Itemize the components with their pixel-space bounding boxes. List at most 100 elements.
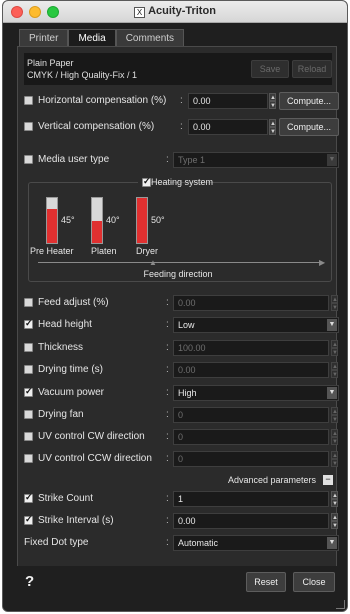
uv-ccw-checkbox[interactable] bbox=[24, 454, 33, 463]
media-user-type-label: Media user type bbox=[38, 154, 110, 165]
uv-cw-checkbox[interactable] bbox=[24, 432, 33, 441]
increment-icon[interactable]: ▲ bbox=[269, 119, 276, 127]
pre-heater-value: 45° bbox=[61, 215, 75, 225]
increment-icon[interactable]: ▲ bbox=[331, 362, 338, 370]
decrement-icon[interactable]: ▼ bbox=[331, 415, 338, 423]
decrement-icon[interactable]: ▼ bbox=[331, 303, 338, 311]
feed-adjust-checkbox[interactable] bbox=[24, 298, 33, 307]
uv-cw-field[interactable]: 0 bbox=[173, 429, 329, 445]
media-user-type-checkbox[interactable] bbox=[24, 155, 33, 164]
colon: : bbox=[166, 431, 169, 442]
horizontal-compensation-field[interactable]: 0.00 bbox=[188, 93, 268, 109]
vacuum-power-select[interactable]: High ▼ bbox=[173, 385, 339, 401]
thickness-stepper[interactable]: ▲ ▼ bbox=[331, 340, 338, 356]
drying-fan-field[interactable]: 0 bbox=[173, 407, 329, 423]
strike-interval-checkbox[interactable] bbox=[24, 514, 33, 525]
tab-media[interactable]: Media bbox=[68, 29, 116, 47]
vertical-compensation-field[interactable]: 0.00 bbox=[188, 119, 268, 135]
increment-icon[interactable]: ▲ bbox=[331, 513, 338, 521]
uv-ccw-row: UV control CCW direction : 0 ▲ ▼ bbox=[24, 450, 338, 468]
decrement-icon[interactable]: ▼ bbox=[331, 459, 338, 467]
media-user-type-select[interactable]: Type 1 ▼ bbox=[173, 152, 339, 168]
dryer-label: Dryer bbox=[136, 246, 158, 256]
vertical-compensation-label: Vertical compensation (%) bbox=[38, 121, 155, 132]
increment-icon[interactable]: ▲ bbox=[331, 429, 338, 437]
media-user-type-row: Media user type : Type 1 ▼ bbox=[24, 151, 339, 169]
tab-comments[interactable]: Comments bbox=[115, 29, 185, 47]
media-name: Plain Paper bbox=[27, 58, 74, 68]
title-bar: X Acuity-Triton bbox=[3, 1, 347, 23]
drying-time-row: Drying time (s) : 0.00 ▲ ▼ bbox=[24, 361, 338, 379]
uv-ccw-stepper[interactable]: ▲ ▼ bbox=[331, 451, 338, 467]
uv-cw-stepper[interactable]: ▲ ▼ bbox=[331, 429, 338, 445]
strike-count-field[interactable]: 1 bbox=[173, 491, 329, 507]
increment-icon[interactable]: ▲ bbox=[331, 451, 338, 459]
strike-interval-field[interactable]: 0.00 bbox=[173, 513, 329, 529]
vacuum-power-checkbox[interactable] bbox=[24, 386, 33, 397]
close-button[interactable]: Close bbox=[293, 572, 335, 592]
decrement-icon[interactable]: ▼ bbox=[331, 499, 338, 507]
platen-label: Platen bbox=[91, 246, 117, 256]
tab-printer[interactable]: Printer bbox=[19, 29, 69, 47]
drying-time-stepper[interactable]: ▲ ▼ bbox=[331, 362, 338, 378]
reload-button[interactable]: Reload bbox=[292, 60, 332, 78]
strike-interval-stepper[interactable]: ▲ ▼ bbox=[331, 513, 338, 529]
dryer-thermometer bbox=[136, 197, 148, 244]
drying-time-checkbox[interactable] bbox=[24, 365, 33, 374]
heating-system-checkbox[interactable] bbox=[142, 176, 151, 187]
reset-button[interactable]: Reset bbox=[246, 572, 286, 592]
resize-grip-icon[interactable] bbox=[336, 600, 345, 609]
decrement-icon[interactable]: ▼ bbox=[269, 101, 276, 109]
vertical-compensation-checkbox[interactable] bbox=[24, 122, 33, 131]
window-title: X Acuity-Triton bbox=[3, 5, 347, 18]
platen-thermometer bbox=[91, 197, 103, 244]
feed-adjust-label: Feed adjust (%) bbox=[38, 297, 109, 308]
head-height-value: Low bbox=[178, 320, 195, 330]
horizontal-compute-button[interactable]: Compute... bbox=[279, 92, 339, 110]
increment-icon[interactable]: ▲ bbox=[331, 491, 338, 499]
feed-adjust-stepper[interactable]: ▲ ▼ bbox=[331, 295, 338, 311]
strike-count-stepper[interactable]: ▲ ▼ bbox=[331, 491, 338, 507]
vacuum-power-row: Vacuum power : High ▼ bbox=[24, 384, 339, 402]
colon: : bbox=[180, 95, 183, 106]
chevron-down-icon: ▼ bbox=[327, 537, 337, 549]
collapse-icon[interactable]: − bbox=[323, 475, 333, 485]
thickness-field[interactable]: 100.00 bbox=[173, 340, 329, 356]
increment-icon[interactable]: ▲ bbox=[269, 93, 276, 101]
advanced-parameters-toggle-row: Advanced parameters − bbox=[204, 474, 333, 488]
head-height-checkbox[interactable] bbox=[24, 318, 33, 329]
thickness-checkbox[interactable] bbox=[24, 343, 33, 352]
strike-count-checkbox[interactable] bbox=[24, 492, 33, 503]
help-icon[interactable]: ? bbox=[25, 573, 34, 590]
heating-system-group bbox=[28, 182, 332, 282]
increment-icon[interactable]: ▲ bbox=[331, 295, 338, 303]
decrement-icon[interactable]: ▼ bbox=[331, 348, 338, 356]
fixed-dot-type-select[interactable]: Automatic ▼ bbox=[173, 535, 339, 551]
strike-count-label: Strike Count bbox=[38, 493, 94, 504]
arrow-right-icon: ▶ bbox=[319, 258, 326, 267]
increment-icon[interactable]: ▲ bbox=[331, 340, 338, 348]
decrement-icon[interactable]: ▼ bbox=[331, 521, 338, 529]
feed-adjust-field[interactable]: 0.00 bbox=[173, 295, 329, 311]
head-height-label: Head height bbox=[38, 319, 92, 330]
drying-time-field[interactable]: 0.00 bbox=[173, 362, 329, 378]
colon: : bbox=[180, 121, 183, 132]
dryer-level bbox=[137, 198, 147, 243]
vertical-compute-button[interactable]: Compute... bbox=[279, 118, 339, 136]
vertical-compensation-stepper[interactable]: ▲ ▼ bbox=[269, 119, 276, 135]
strike-count-row: Strike Count : 1 ▲▼ bbox=[24, 490, 338, 508]
drying-fan-stepper[interactable]: ▲ ▼ bbox=[331, 407, 338, 423]
colon: : bbox=[166, 537, 169, 548]
uv-ccw-field[interactable]: 0 bbox=[173, 451, 329, 467]
head-height-select[interactable]: Low ▼ bbox=[173, 317, 339, 333]
decrement-icon[interactable]: ▼ bbox=[331, 437, 338, 445]
save-button[interactable]: Save bbox=[251, 60, 289, 78]
horizontal-compensation-stepper[interactable]: ▲ ▼ bbox=[269, 93, 276, 109]
increment-icon[interactable]: ▲ bbox=[331, 407, 338, 415]
decrement-icon[interactable]: ▼ bbox=[269, 127, 276, 135]
tab-bar: Printer Media Comments bbox=[19, 29, 185, 47]
vacuum-power-value: High bbox=[178, 388, 197, 398]
horizontal-compensation-checkbox[interactable] bbox=[24, 96, 33, 105]
decrement-icon[interactable]: ▼ bbox=[331, 370, 338, 378]
drying-fan-checkbox[interactable] bbox=[24, 410, 33, 419]
